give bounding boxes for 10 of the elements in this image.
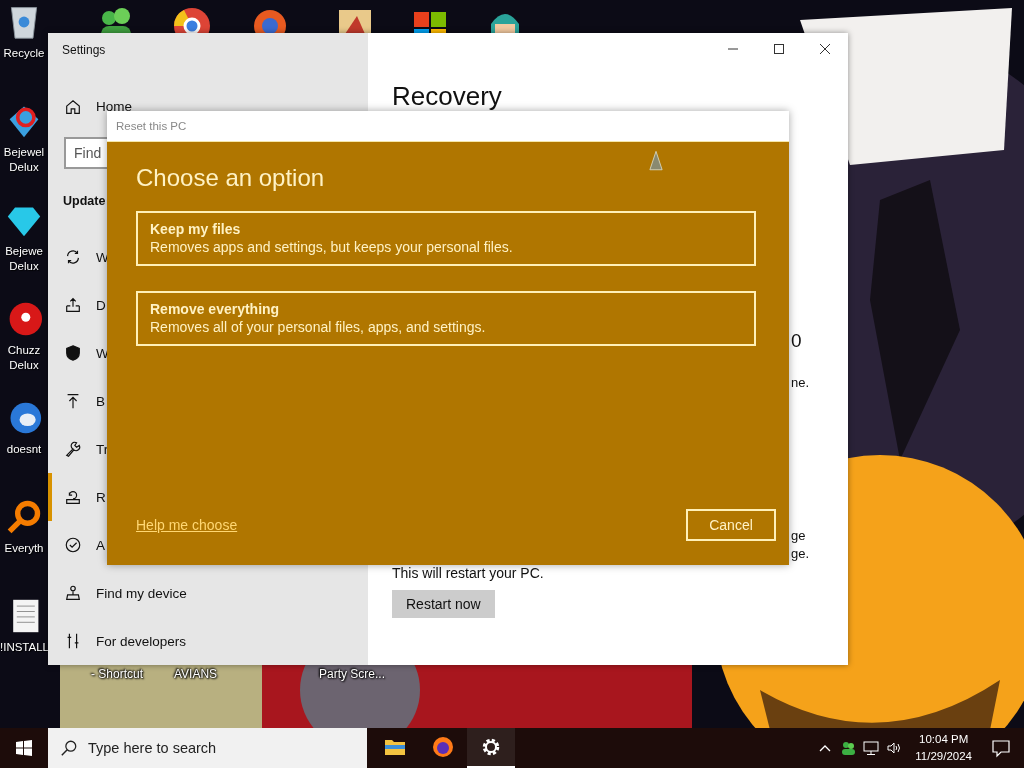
dialog-heading: Choose an option: [136, 164, 326, 192]
dialog-title: Reset this PC: [116, 120, 187, 132]
content-text: ne.: [791, 375, 811, 390]
page-heading: Recovery: [392, 83, 502, 109]
section-heading: Update: [63, 193, 106, 210]
content-text: ge: [791, 528, 807, 543]
content-text: ge.: [791, 546, 811, 561]
restart-note: This will restart your PC.: [392, 565, 544, 581]
window-title: Settings: [61, 42, 107, 59]
content-text: 0: [791, 330, 803, 352]
